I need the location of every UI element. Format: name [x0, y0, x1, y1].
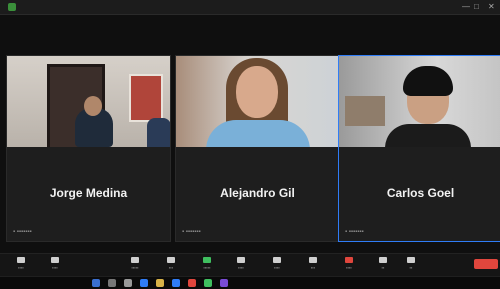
close-icon[interactable]: ✕: [488, 2, 495, 11]
participant-tile-3[interactable]: Carlos Goel ▪ ▪▪▪▪▪▪▪: [338, 55, 500, 242]
participant-name: Carlos Goel: [386, 186, 455, 200]
apps-icon: [309, 257, 317, 263]
tile-status-label: ▪ ▪▪▪▪▪▪▪: [13, 229, 32, 235]
participant-body: [206, 120, 310, 147]
app-icon[interactable]: [204, 279, 212, 287]
search-icon[interactable]: [108, 279, 116, 287]
participant-name: Alejandro Gil: [220, 186, 295, 200]
os-taskbar: [0, 276, 500, 289]
end-meeting-button[interactable]: [474, 259, 498, 269]
participant-body: [385, 124, 471, 147]
notes-button[interactable]: ▪▪: [396, 257, 426, 270]
tile-status-label: ▪ ▪▪▪▪▪▪▪: [345, 229, 364, 235]
second-person: [147, 118, 170, 147]
participant-head: [84, 96, 102, 116]
mail-icon[interactable]: [172, 279, 180, 287]
chat-icon: [167, 257, 175, 263]
minimize-icon[interactable]: —: [462, 2, 470, 11]
video-button[interactable]: ▪▪▪▪: [40, 257, 70, 270]
record-button[interactable]: ▪▪▪▪: [226, 257, 256, 270]
record-icon: [237, 257, 245, 263]
meeting-toolbar: ▪▪▪▪ ▪▪▪▪ ▪▪▪▪▪ ▪▪▪ ▪▪▪▪▪ ▪▪▪▪ ▪▪▪▪ ▪▪▪ …: [0, 253, 500, 276]
participant-tile-1[interactable]: Jorge Medina ▪ ▪▪▪▪▪▪▪: [6, 55, 171, 242]
security-shield-icon[interactable]: [8, 3, 16, 11]
more-button[interactable]: ▪▪: [368, 257, 398, 270]
start-icon[interactable]: [92, 279, 100, 287]
participant-video-1: [7, 56, 170, 147]
app-icon[interactable]: [220, 279, 228, 287]
notes-icon: [407, 257, 415, 263]
maximize-icon[interactable]: □: [474, 2, 479, 11]
apps-button[interactable]: ▪▪▪: [298, 257, 328, 270]
files-icon[interactable]: [156, 279, 164, 287]
participant-video-3: [339, 56, 500, 147]
reactions-icon: [273, 257, 281, 263]
share-screen-button[interactable]: ▪▪▪▪▪: [192, 257, 222, 270]
participant-face: [236, 66, 278, 118]
window-titlebar: — □ ✕: [0, 0, 500, 15]
video-icon: [51, 257, 59, 263]
participant-video-2: [176, 56, 339, 147]
tile-status-label: ▪ ▪▪▪▪▪▪▪: [182, 229, 201, 235]
browser-icon[interactable]: [140, 279, 148, 287]
background-shelf: [345, 96, 385, 126]
mute-icon: [17, 257, 25, 263]
app-icon[interactable]: [188, 279, 196, 287]
participants-icon: [131, 257, 139, 263]
more-icon: [379, 257, 387, 263]
chat-button[interactable]: ▪▪▪: [156, 257, 186, 270]
participants-button[interactable]: ▪▪▪▪▪: [120, 257, 150, 270]
participant-name: Jorge Medina: [49, 186, 128, 200]
whiteboard-button[interactable]: ▪▪▪▪: [334, 257, 364, 270]
reactions-button[interactable]: ▪▪▪▪: [262, 257, 292, 270]
participant-tile-2[interactable]: Alejandro Gil ▪ ▪▪▪▪▪▪▪: [175, 55, 340, 242]
whiteboard-icon: [345, 257, 353, 263]
wall-poster: [129, 74, 163, 122]
taskview-icon[interactable]: [124, 279, 132, 287]
share-screen-icon: [203, 257, 211, 263]
mute-button[interactable]: ▪▪▪▪: [6, 257, 36, 270]
